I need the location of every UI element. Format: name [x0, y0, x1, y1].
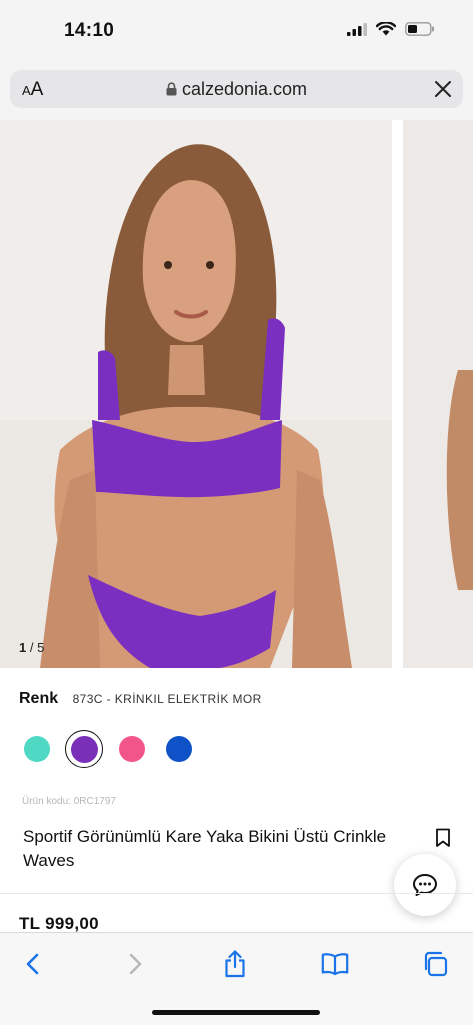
- tabs-button[interactable]: [420, 949, 450, 979]
- swatch-turquoise[interactable]: [24, 736, 50, 762]
- gallery-separator: /: [29, 640, 34, 655]
- back-icon: [26, 953, 39, 975]
- color-row: Renk 873C - KRİNKIL ELEKTRİK MOR: [19, 690, 262, 708]
- swatch-purple-fill: [70, 735, 98, 763]
- chat-button[interactable]: [394, 854, 456, 916]
- close-icon[interactable]: [433, 79, 453, 99]
- swatch-pink[interactable]: [119, 736, 145, 762]
- product-code: Ürün kodu: 0RC1797: [22, 796, 116, 807]
- home-indicator: [152, 1010, 320, 1015]
- gallery-current-index: 1: [19, 640, 27, 655]
- status-time: 14:10: [64, 20, 115, 41]
- address-bar[interactable]: AA calzedonia.com: [10, 70, 463, 108]
- status-bar: 14:10: [0, 0, 473, 64]
- gallery-total: 5: [37, 640, 45, 655]
- forward-button[interactable]: [120, 949, 150, 979]
- bookmarks-icon: [321, 953, 349, 976]
- divider: [0, 893, 473, 894]
- product-photo-next: [403, 120, 473, 668]
- share-button[interactable]: [220, 949, 250, 979]
- wifi-icon: [376, 22, 396, 36]
- product-photo-main: [0, 120, 392, 668]
- product-price: TL 999,00: [19, 914, 99, 933]
- bookmark-icon[interactable]: [435, 828, 451, 848]
- swatch-purple-selected[interactable]: [65, 730, 103, 768]
- forward-icon: [129, 953, 142, 975]
- back-button[interactable]: [18, 949, 48, 979]
- color-name: 873C - KRİNKIL ELEKTRİK MOR: [72, 692, 262, 706]
- cellular-icon: [347, 22, 367, 36]
- color-label: Renk: [19, 690, 59, 707]
- browser-address-area: AA calzedonia.com: [0, 64, 473, 120]
- bookmarks-button[interactable]: [320, 949, 350, 979]
- status-icons: [347, 22, 435, 36]
- lock-icon: [166, 82, 177, 96]
- swatch-blue[interactable]: [166, 736, 192, 762]
- url-text: calzedonia.com: [181, 79, 308, 99]
- tabs-icon: [424, 951, 448, 977]
- color-swatches: [24, 730, 213, 768]
- share-icon: [225, 950, 245, 978]
- product-title: Sportif Görünümlü Kare Yaka Bikini Üstü …: [23, 827, 387, 870]
- battery-icon: [405, 22, 434, 36]
- url-display[interactable]: calzedonia.com: [10, 79, 463, 100]
- product-image-gallery[interactable]: 1 / 5: [0, 120, 473, 668]
- gallery-counter: 1 / 5: [19, 640, 44, 655]
